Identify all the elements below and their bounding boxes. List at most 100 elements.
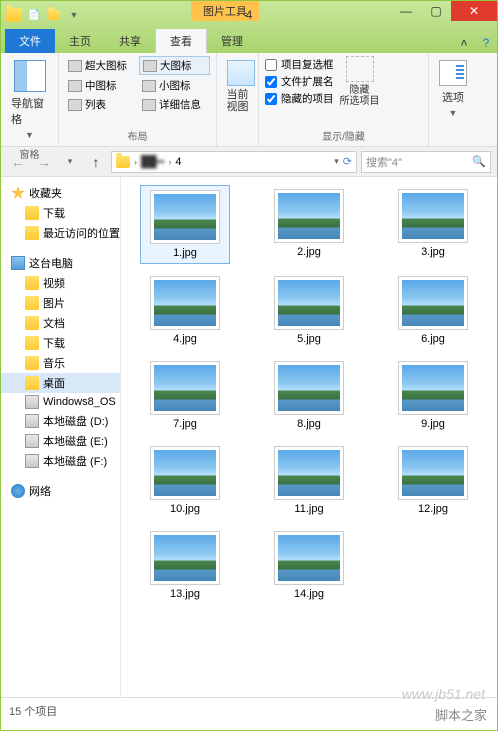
- current-view-button[interactable]: 当前 视图: [223, 56, 252, 117]
- close-button[interactable]: ✕: [451, 1, 497, 21]
- thumbnail-icon: [150, 276, 220, 330]
- folder-icon: [25, 356, 39, 370]
- address-segment-blurred: ██▪▪: [141, 156, 164, 168]
- star-icon: [11, 186, 25, 200]
- file-name: 11.jpg: [294, 503, 323, 515]
- folder-icon: [116, 156, 130, 168]
- file-grid[interactable]: 1.jpg 2.jpg 3.jpg 4.jpg 5.jpg 6.jpg 7.jpg 8.jpg…: [121, 177, 497, 697]
- file-item[interactable]: 10.jpg: [140, 442, 230, 519]
- sidebar-drive-e[interactable]: 本地磁盘 (E:): [1, 431, 120, 451]
- sidebar-downloads2[interactable]: 下载: [1, 333, 120, 353]
- properties-icon[interactable]: 📄: [25, 6, 43, 24]
- file-item[interactable]: 6.jpg: [388, 272, 478, 349]
- drive-icon: [25, 414, 39, 428]
- watermark-footer: 脚本之家: [435, 705, 487, 724]
- file-item[interactable]: 13.jpg: [140, 527, 230, 604]
- file-item[interactable]: 3.jpg: [388, 185, 478, 264]
- file-item[interactable]: 9.jpg: [388, 357, 478, 434]
- address-bar: ← → ▾ ↑ › ██▪▪ › 4 ▾ ⟳ 搜索"4" 🔍: [1, 147, 497, 177]
- address-dropdown-icon[interactable]: ▾: [334, 156, 339, 167]
- history-dropdown[interactable]: ▾: [59, 151, 81, 173]
- qat-dropdown-icon[interactable]: ▼: [65, 6, 83, 24]
- checkbox-hidden-items[interactable]: 隐藏的项目: [265, 90, 334, 107]
- file-name: 5.jpg: [297, 333, 321, 345]
- layout-list[interactable]: 列表: [65, 96, 136, 113]
- thumbnail-icon: [398, 446, 468, 500]
- tab-view[interactable]: 查看: [155, 28, 207, 53]
- layout-details[interactable]: 详细信息: [139, 96, 210, 113]
- file-item[interactable]: 11.jpg: [264, 442, 354, 519]
- up-button[interactable]: ↑: [85, 151, 107, 173]
- refresh-icon[interactable]: ⟳: [343, 155, 352, 168]
- ribbon-collapse-icon[interactable]: ˄: [453, 33, 475, 53]
- tab-share[interactable]: 共享: [105, 29, 155, 53]
- back-button[interactable]: ←: [7, 151, 29, 173]
- address-segment: 4: [175, 156, 181, 168]
- ribbon: 导航窗格 ▼ 窗格 超大图标 大图标 中图标 小图标 列表 详细信息 布局 当前…: [1, 53, 497, 147]
- maximize-button[interactable]: ▢: [421, 1, 451, 21]
- file-name: 8.jpg: [297, 418, 321, 430]
- tab-file[interactable]: 文件: [5, 29, 55, 53]
- sidebar-downloads[interactable]: 下载: [1, 203, 120, 223]
- layout-medium[interactable]: 中图标: [65, 77, 136, 94]
- sidebar-network[interactable]: 网络: [1, 481, 120, 501]
- file-name: 2.jpg: [297, 246, 321, 258]
- thumbnail-icon: [274, 446, 344, 500]
- nav-pane-button[interactable]: 导航窗格 ▼: [7, 56, 52, 144]
- checkbox-file-extensions[interactable]: 文件扩展名: [265, 73, 334, 90]
- thumbnail-icon: [274, 189, 344, 243]
- help-icon[interactable]: ?: [475, 33, 497, 53]
- tab-manage[interactable]: 管理: [207, 29, 257, 53]
- current-view-icon: [227, 60, 255, 86]
- file-name: 7.jpg: [173, 418, 197, 430]
- tab-home[interactable]: 主页: [55, 29, 105, 53]
- current-view-label: 当前 视图: [227, 89, 249, 113]
- options-button[interactable]: 选项 ▼: [435, 56, 471, 122]
- hide-selected-button[interactable]: 隐藏 所选项目: [340, 56, 380, 107]
- sidebar-recent[interactable]: 最近访问的位置: [1, 223, 120, 243]
- file-name: 6.jpg: [421, 333, 445, 345]
- minimize-button[interactable]: —: [391, 1, 421, 21]
- file-name: 14.jpg: [294, 588, 324, 600]
- sidebar: 收藏夹 下载 最近访问的位置 这台电脑 视频 图片 文档 下载 音乐 桌面 Wi…: [1, 177, 121, 697]
- sidebar-desktop[interactable]: 桌面: [1, 373, 120, 393]
- forward-button[interactable]: →: [33, 151, 55, 173]
- file-name: 3.jpg: [421, 246, 445, 258]
- sidebar-music[interactable]: 音乐: [1, 353, 120, 373]
- folder-icon: [25, 296, 39, 310]
- file-item[interactable]: 12.jpg: [388, 442, 478, 519]
- new-folder-icon[interactable]: [45, 6, 63, 24]
- file-item[interactable]: 7.jpg: [140, 357, 230, 434]
- thumbnail-icon: [274, 531, 344, 585]
- search-input[interactable]: 搜索"4" 🔍: [361, 151, 491, 173]
- app-icon[interactable]: [5, 6, 23, 24]
- window-title: 4: [246, 8, 253, 22]
- folder-icon: [25, 316, 39, 330]
- file-item[interactable]: 2.jpg: [264, 185, 354, 264]
- sidebar-this-pc[interactable]: 这台电脑: [1, 253, 120, 273]
- sidebar-drive-f[interactable]: 本地磁盘 (F:): [1, 451, 120, 471]
- checkbox-item-checkboxes[interactable]: 项目复选框: [265, 56, 334, 73]
- file-item[interactable]: 14.jpg: [264, 527, 354, 604]
- thumbnail-icon: [150, 446, 220, 500]
- layout-large[interactable]: 大图标: [139, 56, 210, 75]
- file-name: 10.jpg: [170, 503, 200, 515]
- sidebar-videos[interactable]: 视频: [1, 273, 120, 293]
- nav-pane-icon: [14, 60, 46, 92]
- title-bar[interactable]: 📄 ▼ 图片工具 4 — ▢ ✕: [1, 1, 497, 29]
- chevron-down-icon: ▼: [449, 108, 458, 118]
- address-input[interactable]: › ██▪▪ › 4 ▾ ⟳: [111, 151, 357, 173]
- layout-small[interactable]: 小图标: [139, 77, 210, 94]
- file-name: 1.jpg: [173, 247, 197, 259]
- file-item[interactable]: 4.jpg: [140, 272, 230, 349]
- sidebar-os-drive[interactable]: Windows8_OS: [1, 393, 120, 411]
- sidebar-documents[interactable]: 文档: [1, 313, 120, 333]
- file-item[interactable]: 1.jpg: [140, 185, 230, 264]
- sidebar-drive-d[interactable]: 本地磁盘 (D:): [1, 411, 120, 431]
- sidebar-favorites[interactable]: 收藏夹: [1, 183, 120, 203]
- file-item[interactable]: 8.jpg: [264, 357, 354, 434]
- file-item[interactable]: 5.jpg: [264, 272, 354, 349]
- layout-xl[interactable]: 超大图标: [65, 56, 136, 75]
- sidebar-pictures[interactable]: 图片: [1, 293, 120, 313]
- watermark: www.jb51.net: [402, 686, 485, 702]
